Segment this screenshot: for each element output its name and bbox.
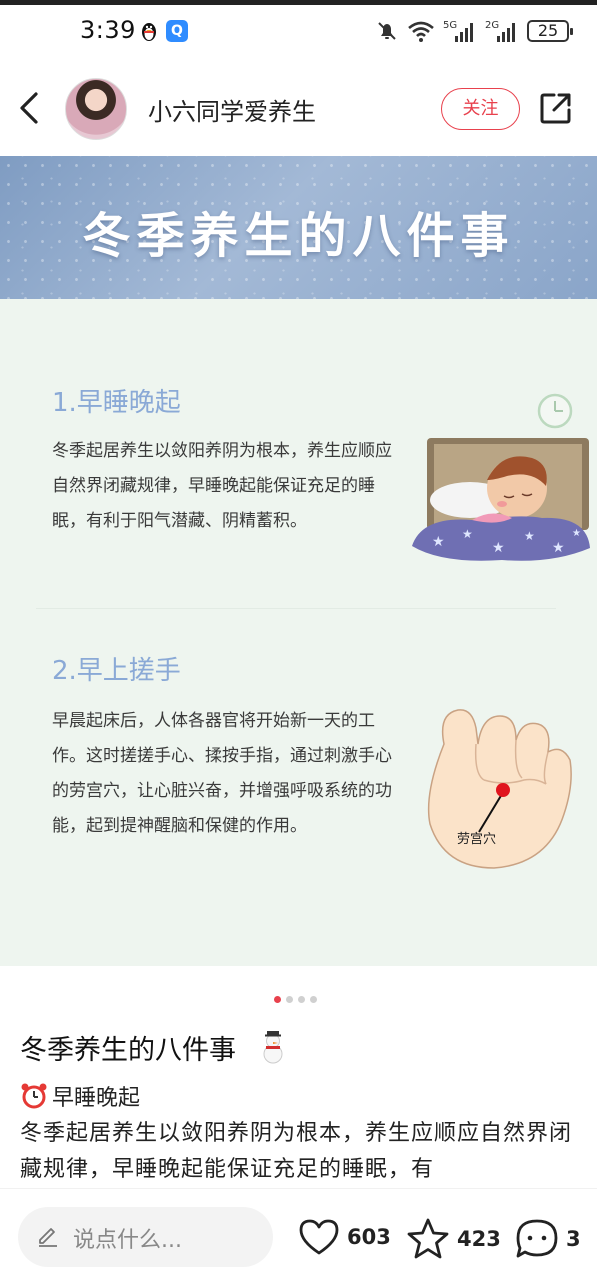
banner-title: 冬季养生的八件事 — [82, 208, 515, 264]
author-name[interactable]: 小六同学爱养生 — [148, 92, 316, 127]
star-icon — [407, 1218, 449, 1259]
share-icon[interactable] — [538, 90, 574, 126]
palm-acupoint-illustration — [427, 709, 572, 869]
section-body-1: 冬季起居养生以敛阳养阴为根本，养生应顺应自然界闭藏规律，早睡晚起能保证充足的睡眠… — [52, 441, 392, 531]
favorite-button[interactable]: 423 — [405, 1217, 501, 1261]
sub-heading-text: 早睡晚起 — [52, 1086, 141, 1111]
clock-icon — [537, 393, 573, 429]
heart-icon — [299, 1219, 339, 1255]
back-arrow-icon[interactable] — [14, 88, 46, 128]
svg-text:5G: 5G — [443, 20, 457, 31]
comment-bubble-icon — [516, 1219, 558, 1258]
svg-text:★: ★ — [492, 540, 505, 556]
carousel-indicator — [274, 996, 317, 1003]
sleeping-child-illustration: ★ ★ ★ ★ ★ ★ — [412, 438, 590, 561]
comment-button[interactable]: 3 — [514, 1217, 581, 1261]
acupoint-label: 劳宫穴 — [457, 832, 497, 847]
caption-sub-heading: 早睡晚起 — [20, 1080, 140, 1112]
section-title-1: 1.早睡晚起 — [52, 388, 181, 418]
carousel-dot — [286, 996, 293, 1003]
svg-text:★: ★ — [572, 528, 581, 539]
carousel-dot — [298, 996, 305, 1003]
wifi-icon — [408, 21, 434, 42]
comment-count: 3 — [566, 1227, 581, 1251]
post-title: 冬季养生的八件事 — [20, 1035, 236, 1066]
pencil-icon — [39, 1228, 57, 1247]
svg-text:★: ★ — [552, 540, 565, 556]
top-edge — [0, 0, 597, 5]
follow-button[interactable]: 关注 — [441, 88, 520, 130]
alarm-clock-icon — [21, 1083, 47, 1109]
signal-2g-icon: 2G — [485, 20, 515, 42]
author-avatar[interactable] — [65, 78, 127, 140]
post-header: 小六同学爱养生 关注 — [0, 62, 597, 156]
like-button[interactable]: 603 — [297, 1217, 391, 1257]
post-image[interactable]: 冬季养生的八件事 1.早睡晚起 冬季起居养生以敛阳养阴为根本，养生应顺应自然界闭… — [0, 156, 597, 966]
status-bar: 3:39 Q 5G 2G 25 — [0, 0, 597, 60]
battery-icon: 25 — [527, 20, 573, 42]
section-divider — [36, 608, 556, 609]
carousel-dot-active — [274, 996, 281, 1003]
bottom-action-bar: 说点什么... 603 423 3 — [0, 1188, 597, 1280]
comment-placeholder: 说点什么... — [73, 1228, 182, 1253]
banner: 冬季养生的八件事 — [0, 156, 597, 299]
qq-penguin-icon — [142, 23, 156, 41]
status-icons: 5G 2G 25 — [375, 17, 573, 45]
snowman-emoji-icon — [263, 1031, 283, 1064]
svg-text:2G: 2G — [485, 20, 499, 31]
caption-body: 冬季起居养生以敛阳养阴为根本，养生应顺应自然界闭藏规律，早睡晚起能保证充足的睡眠… — [20, 1121, 573, 1182]
comment-input[interactable]: 说点什么... — [18, 1207, 273, 1267]
status-time: 3:39 — [80, 16, 136, 44]
q-app-icon: Q — [166, 20, 188, 42]
like-count: 603 — [347, 1225, 391, 1249]
svg-text:★: ★ — [462, 527, 473, 541]
section-body-2: 早晨起床后，人体各器官将开始新一天的工作。这时搓搓手心、揉按手指，通过刺激手心的… — [52, 711, 392, 836]
favorite-count: 423 — [457, 1227, 501, 1251]
signal-5g-icon: 5G — [443, 20, 473, 42]
svg-text:★: ★ — [432, 534, 445, 550]
mute-bell-icon — [378, 22, 396, 40]
svg-text:★: ★ — [524, 529, 535, 543]
carousel-dot — [310, 996, 317, 1003]
section-title-2: 2.早上搓手 — [52, 656, 181, 686]
